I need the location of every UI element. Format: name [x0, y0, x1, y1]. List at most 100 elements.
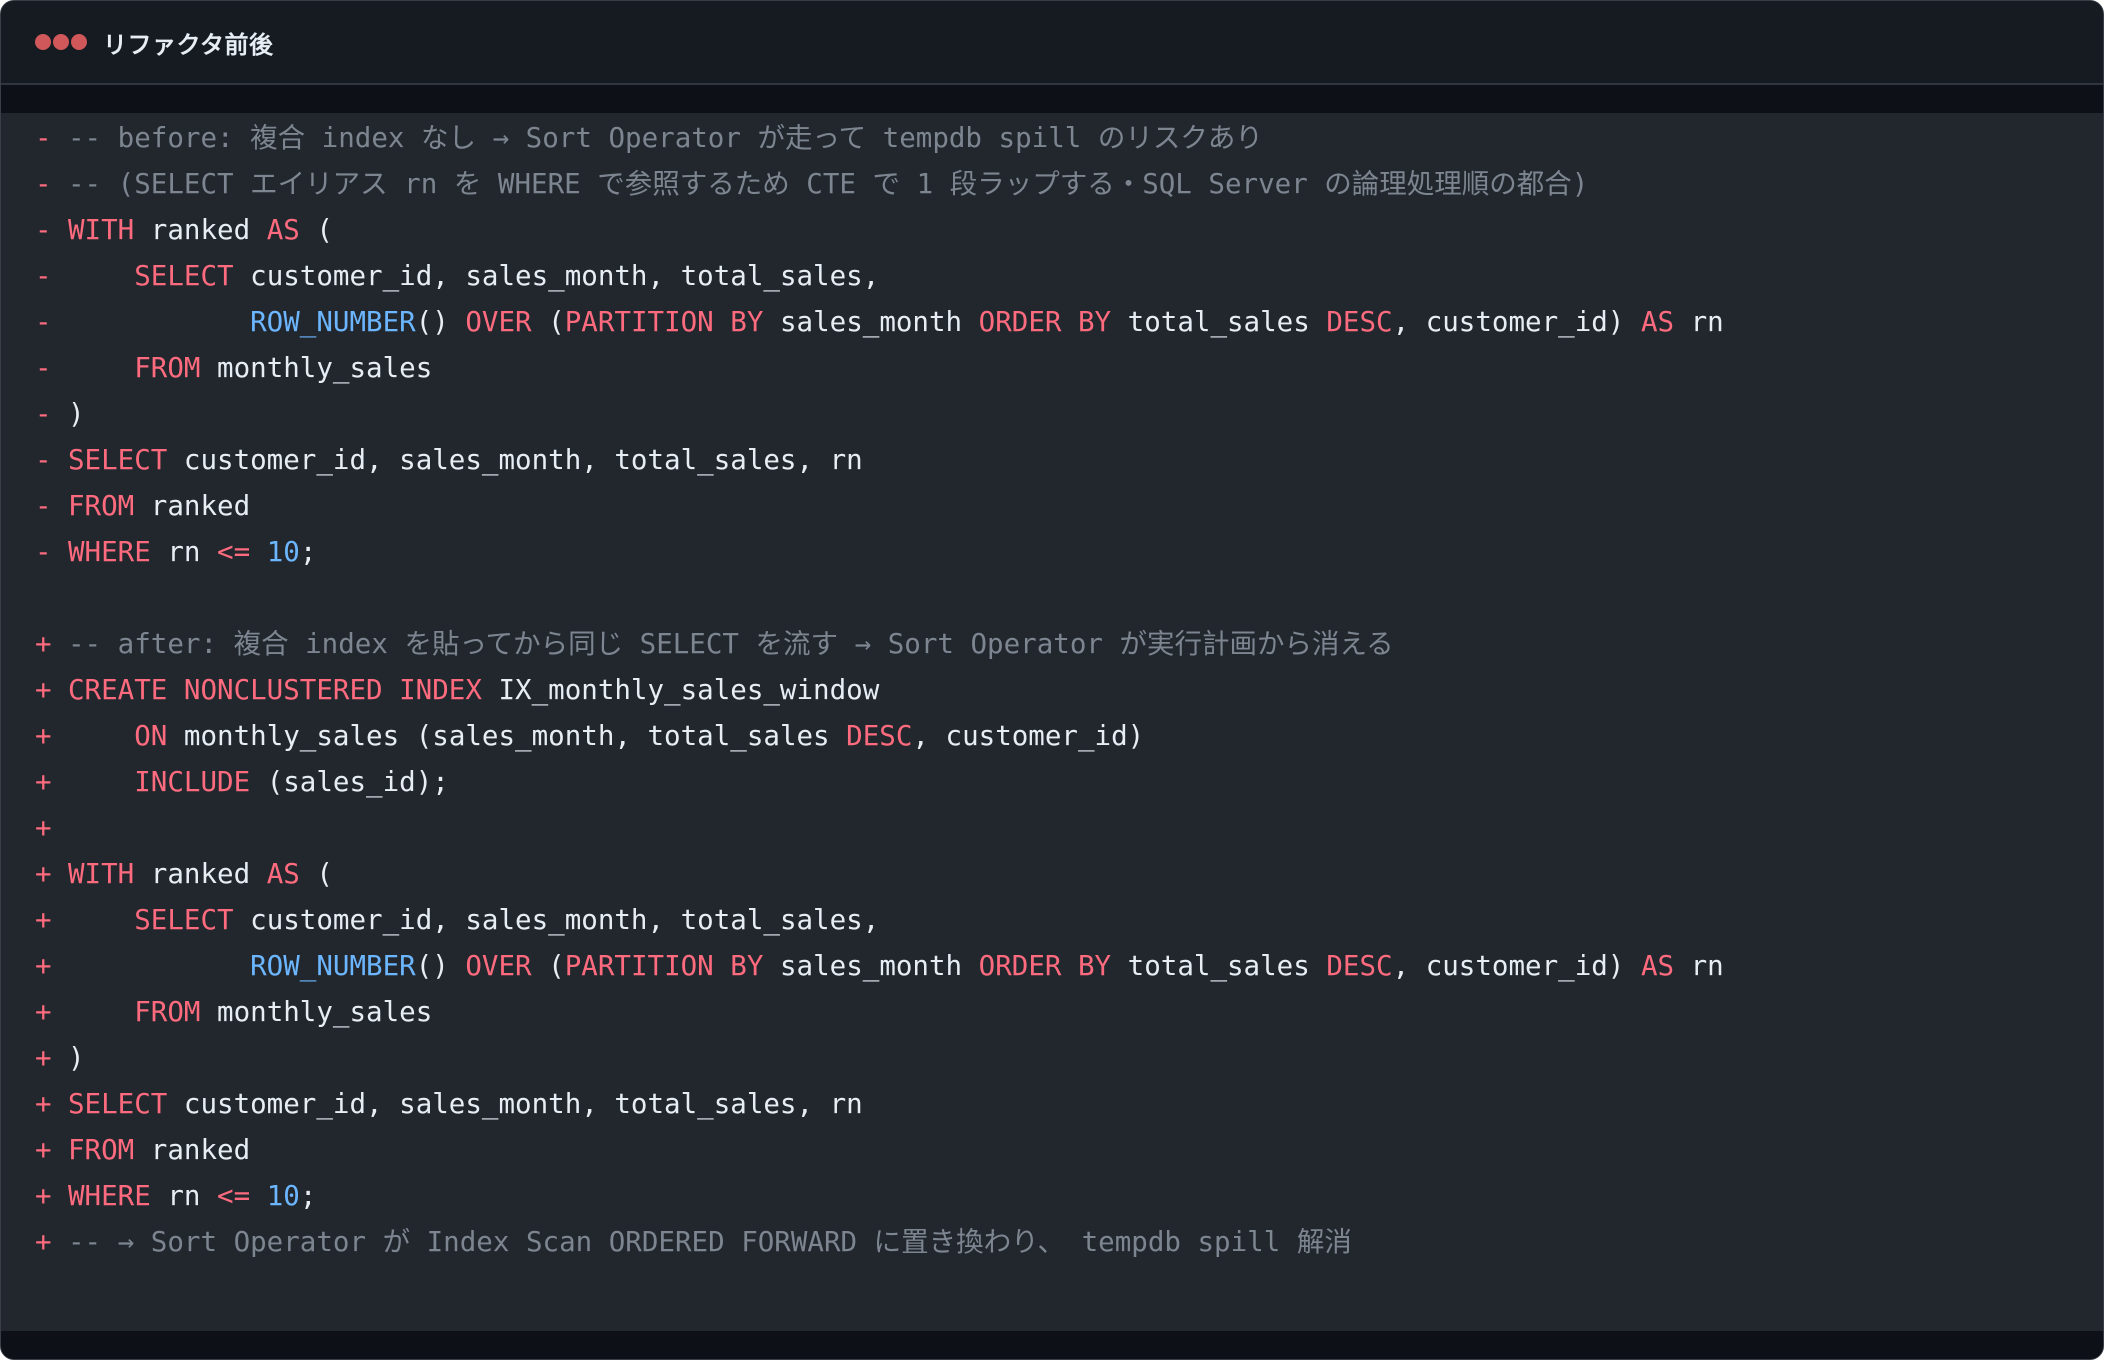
added-marker: + — [35, 1134, 52, 1166]
code-token-kw: DESC — [1326, 306, 1393, 338]
code-token-plain: , customer_id) — [912, 720, 1145, 752]
removed-marker: - — [35, 214, 52, 246]
code-token-kw: <= — [217, 1180, 251, 1212]
code-token-kw: WITH — [68, 858, 135, 890]
added-marker: + — [35, 766, 52, 798]
diff-line-added: + SELECT customer_id, sales_month, total… — [35, 897, 879, 943]
code-token-plain: () — [415, 950, 466, 982]
code-token-kw: SELECT — [134, 260, 234, 292]
window-controls — [35, 34, 89, 50]
code-token-comment: -- after: 複合 index を貼ってから同じ SELECT を流す →… — [68, 628, 1394, 660]
minimize-dot[interactable] — [53, 34, 69, 50]
code-token-kw: SELECT — [134, 904, 234, 936]
code-token-kw: WHERE — [68, 1180, 151, 1212]
code-token-plain: , customer_id) — [1392, 950, 1641, 982]
added-marker: + — [35, 812, 52, 844]
code-token-kw: FROM — [134, 352, 201, 384]
removed-marker: - — [35, 536, 52, 568]
removed-marker: - — [35, 490, 52, 522]
diff-line-added: + ON monthly_sales (sales_month, total_s… — [35, 713, 1144, 759]
code-token-plain: ( — [531, 950, 565, 982]
diff-line-added: + WITH ranked AS ( — [35, 851, 333, 897]
code-token-plain: customer_id, sales_month, total_sales, r… — [167, 444, 863, 476]
maximize-dot[interactable] — [71, 34, 87, 50]
diff-line-removed: - -- (SELECT エイリアス rn を WHERE で参照するため CTE… — [35, 161, 1588, 207]
diff-line-removed: - FROM ranked — [35, 483, 250, 529]
diff-line-removed: -) — [35, 391, 85, 437]
code-token-plain: customer_id, sales_month, total_sales, r… — [167, 1088, 863, 1120]
code-token-kw: ORDER BY — [978, 950, 1112, 982]
code-token-plain: customer_id, sales_month, total_sales, — [233, 904, 880, 936]
code-token-kw: PARTITION BY — [564, 306, 764, 338]
code-token-kw: FROM — [134, 996, 201, 1028]
code-token-plain: ranked — [134, 858, 267, 890]
code-token-plain: monthly_sales — [200, 996, 433, 1028]
code-token-plain: ( — [531, 306, 565, 338]
added-marker: + — [35, 858, 52, 890]
code-token-plain: monthly_sales (sales_month, total_sales — [167, 720, 847, 752]
code-token-kw: ORDER BY — [978, 306, 1112, 338]
diff-line-added: + INCLUDE (sales_id); — [35, 759, 449, 805]
added-marker: + — [35, 628, 52, 660]
code-token-kw: AS — [1640, 950, 1675, 982]
removed-marker: - — [35, 260, 52, 292]
code-token-kw: PARTITION BY — [564, 950, 764, 982]
code-token-plain: rn — [1674, 950, 1724, 982]
code-token-kw: AS — [266, 214, 300, 246]
code-token-kw: WITH — [68, 214, 135, 246]
code-token-kw: WHERE — [68, 536, 151, 568]
code-window: リファクタ前後 - -- before: 複合 index なし → Sort O… — [0, 0, 2104, 1360]
code-token-comment: -- → Sort Operator が Index Scan ORDERED … — [68, 1226, 1352, 1258]
code-token-kw: <= — [217, 536, 251, 568]
diff-line-added: + SELECT customer_id, sales_month, total_… — [35, 1081, 863, 1127]
diff-line-added: + -- after: 複合 index を貼ってから同じ SELECT を流す … — [35, 621, 1394, 667]
diff-line-added: + FROM monthly_sales — [35, 989, 432, 1035]
code-token-kw: AS — [1640, 306, 1675, 338]
header-divider — [1, 85, 2103, 113]
diff-line-blank — [35, 575, 68, 621]
code-token-kw: DESC — [846, 720, 913, 752]
code-token-kw: CREATE NONCLUSTERED INDEX — [68, 674, 482, 706]
code-token-plain: ranked — [134, 214, 267, 246]
removed-marker: - — [35, 352, 52, 384]
code-token-plain: ranked — [134, 490, 251, 522]
code-token-fn: ROW_NUMBER — [250, 950, 416, 982]
removed-marker: - — [35, 122, 52, 154]
diff-line-added: +) — [35, 1035, 85, 1081]
code-token-fn: ROW_NUMBER — [250, 306, 416, 338]
code-token-num: 10 — [266, 536, 300, 568]
diff-line-added: + — [35, 805, 68, 851]
code-token-plain: ( — [299, 214, 333, 246]
diff-code-area[interactable]: - -- before: 複合 index なし → Sort Operator … — [1, 113, 2103, 1331]
added-marker: + — [35, 1088, 52, 1120]
code-token-plain: sales_month — [763, 950, 979, 982]
code-token-num: 10 — [266, 1180, 300, 1212]
code-token-plain: rn — [150, 1180, 218, 1212]
diff-line-added: + WHERE rn <= 10; — [35, 1173, 316, 1219]
added-marker: + — [35, 996, 52, 1028]
code-token-kw: OVER — [465, 950, 532, 982]
added-marker: + — [35, 1042, 52, 1074]
close-dot[interactable] — [35, 34, 51, 50]
code-token-plain: sales_month — [763, 306, 979, 338]
code-token-plain: total_sales — [1111, 950, 1327, 982]
code-token-comment: -- before: 複合 index なし → Sort Operator が… — [68, 122, 1263, 154]
window-title: リファクタ前後 — [103, 30, 274, 59]
code-token-kw: FROM — [68, 1134, 135, 1166]
removed-marker: - — [35, 306, 52, 338]
added-marker: + — [35, 904, 52, 936]
removed-marker: - — [35, 398, 52, 430]
code-token-comment: -- (SELECT エイリアス rn を WHERE で参照するため CTE … — [68, 168, 1589, 200]
code-token-kw: FROM — [68, 490, 135, 522]
removed-marker: - — [35, 444, 52, 476]
footer-bar — [1, 1331, 2103, 1359]
